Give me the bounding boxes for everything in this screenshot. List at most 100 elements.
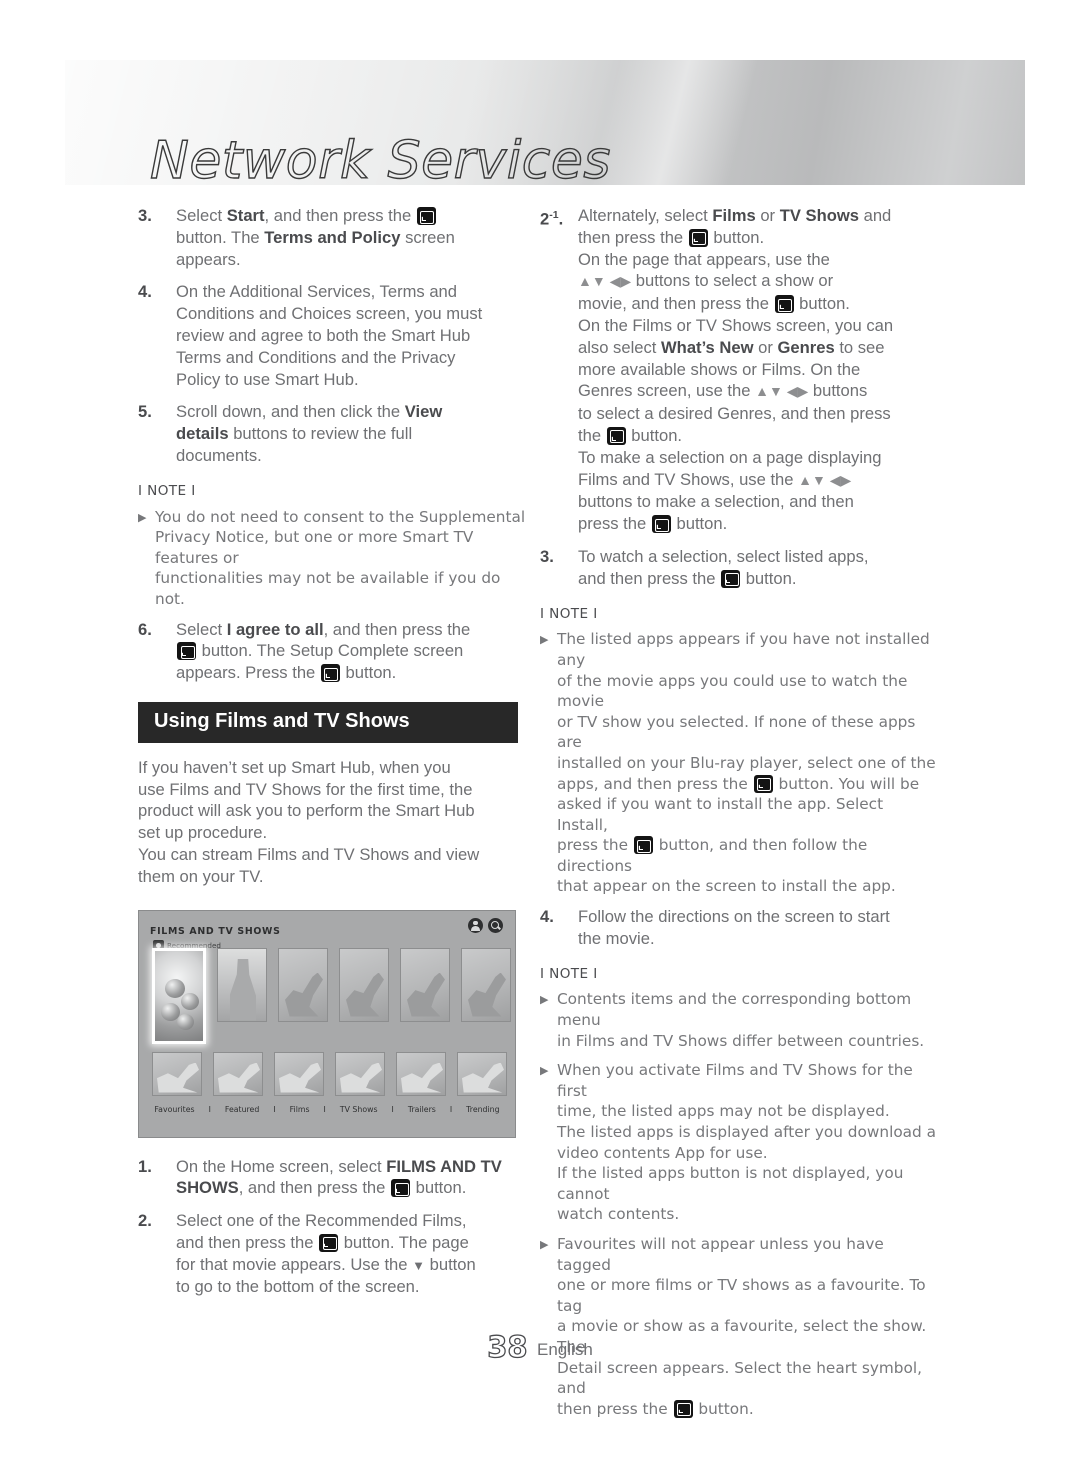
tv-menu-item-trailers[interactable]: Trailers [394, 1099, 450, 1121]
body-text: time, the listed apps may not be display… [557, 1102, 890, 1121]
text-line: movie, and then press the button. [578, 293, 938, 315]
text-line: buttons to make a selection, and then [578, 491, 938, 513]
body-text: You do not need to consent to the Supple… [155, 507, 526, 526]
tv-screen-icon-group [468, 917, 503, 933]
page-language: English [537, 1340, 593, 1359]
intro-line: You can stream Films and TV Shows and vi… [138, 844, 480, 864]
step-number: 6. [138, 619, 152, 639]
thumbnail-hero[interactable] [152, 947, 206, 1044]
body-text: The listed apps appears if you have not … [557, 630, 930, 669]
thumbnail[interactable] [396, 1051, 446, 1096]
down-arrow-icon: ▼ [412, 1257, 425, 1273]
body-text: button. [340, 663, 397, 683]
note-item: ▶ You do not need to consent to the Suppl… [138, 507, 530, 610]
text-line: Select Start, and then press the [176, 205, 530, 227]
tv-menu-item-trending[interactable]: Trending [452, 1099, 513, 1121]
step-body: Select one of the Recommended Films, and … [176, 1210, 530, 1298]
body-text: button [425, 1254, 476, 1274]
text-line: The listed apps is displayed after you d… [557, 1122, 938, 1143]
text-line: To make a selection on a page displaying [578, 447, 938, 469]
body-text: Detail screen appears. Select the heart … [557, 1358, 922, 1398]
body-text: button. [741, 568, 797, 588]
thumbnail[interactable] [217, 947, 267, 1022]
enter-button-icon [753, 774, 773, 793]
films-and-tv-shows-screenshot: FILMS AND TV SHOWS Recommended Favourite… [138, 909, 516, 1138]
enter-button-icon [416, 207, 436, 225]
person-icon[interactable] [468, 917, 483, 933]
text-line: Privacy Notice, but one or more Smart TV… [155, 527, 530, 568]
enter-button-icon [721, 569, 741, 588]
text-line: for that movie appears. Use the ▼ button [176, 1254, 530, 1277]
body-text: button. [708, 227, 765, 247]
body-text: appears. [176, 249, 241, 269]
body-text: watch contents. [557, 1205, 680, 1224]
thumbnail[interactable] [339, 947, 389, 1022]
intro-line: them on your TV. [138, 866, 264, 886]
body-text: and [858, 206, 892, 225]
thumbnail[interactable] [152, 1051, 202, 1096]
enter-button-icon [177, 642, 196, 661]
text-line: Select one of the Recommended Films, [176, 1210, 530, 1232]
step-body: Alternately, select Films or TV Shows an… [578, 205, 938, 535]
numbered-step: 5. Scroll down, and then click the View de… [138, 401, 530, 466]
body-text: Conditions and Choices screen, you must [176, 304, 483, 324]
bullet-icon: ▶ [540, 1237, 549, 1251]
body-text: Follow the directions on the screen to s… [578, 907, 890, 927]
body-text: If the listed apps button is not display… [557, 1164, 904, 1203]
thumbnail[interactable] [400, 947, 450, 1022]
text-line: Alternately, select Films or TV Shows an… [578, 205, 938, 227]
body-text: buttons to make a selection, and then [578, 492, 854, 512]
intro-line: If you haven’t set up Smart Hub, when yo… [138, 757, 451, 777]
tv-menu-item-favourites[interactable]: Favourites [140, 1099, 208, 1121]
tv-menu-item-tv-shows[interactable]: TV Shows [326, 1099, 392, 1121]
text-line: If the listed apps button is not display… [557, 1163, 938, 1204]
body-text: On the page that appears, use the [578, 249, 830, 269]
thumbnail[interactable] [335, 1051, 385, 1096]
enter-button-icon [319, 1233, 339, 1252]
text-line: Conditions and Choices screen, you must [176, 303, 530, 325]
step-body: Select I agree to all, and then press th… [176, 619, 530, 684]
thumbnail[interactable] [457, 1051, 507, 1096]
numbered-step: 4. On the Additional Services, Terms and C… [138, 281, 530, 390]
body-text: When you activate Films and TV Shows for… [557, 1061, 913, 1100]
intro-line: set up procedure. [138, 823, 268, 843]
body-text: buttons to review the full [228, 424, 413, 444]
bullet-icon: ▶ [540, 993, 549, 1007]
body-text: , and then press the [238, 1178, 390, 1198]
enter-button-icon [391, 1179, 410, 1198]
tv-menu-item-featured[interactable]: Featured [211, 1099, 273, 1121]
body-text: button. [671, 514, 728, 534]
step-body: On the Additional Services, Terms and Con… [176, 281, 530, 390]
left-step-list-after: 1. On the Home screen, select FILMS AND T… [138, 1156, 530, 1299]
step-number: 3. [540, 546, 554, 566]
body-text: button. [794, 294, 850, 314]
step-body: Scroll down, and then click the View deta… [176, 401, 530, 466]
step-number: 4. [138, 282, 152, 302]
thumbnail[interactable] [278, 947, 328, 1022]
dpad-arrows-icon: ▲▼ ◀▶ [755, 383, 809, 400]
body-text: asked if you want to install the app. Se… [557, 795, 884, 834]
text-line: You do not need to consent to the Supple… [155, 507, 530, 528]
note-item: ▶ The listed apps appears if you have not… [540, 629, 938, 897]
left-column: 3. Select Start, and then press the butto… [138, 205, 530, 1309]
text-line: ▲▼ ◀▶ buttons to select a show or [578, 270, 938, 293]
body-text: button. The page [339, 1232, 469, 1252]
tv-menu-item-films[interactable]: Films [276, 1099, 324, 1121]
body-text: to select a desired Genres, and then pre… [578, 404, 891, 424]
emphasis-text: Films [712, 206, 756, 225]
thumbnail[interactable] [461, 947, 511, 1022]
text-line: button. The Terms and Policy screen [176, 227, 530, 249]
text-line: video contents App for use. [557, 1143, 938, 1164]
body-text: installed on your Blu-ray player, select… [557, 753, 936, 772]
thumbnail-row-bottom [152, 1051, 507, 1096]
numbered-step: 2. Select one of the Recommended Films, an… [138, 1210, 530, 1298]
text-line: On the Films or TV Shows screen, you can [578, 315, 938, 337]
thumbnail[interactable] [274, 1051, 324, 1096]
search-icon[interactable] [488, 917, 503, 933]
emphasis-text: SHOWS [176, 1178, 239, 1198]
emphasis-text: View [404, 402, 443, 422]
text-line: time, the listed apps may not be display… [557, 1101, 938, 1122]
body-text: Policy to use Smart Hub. [176, 369, 359, 389]
body-text: one or more films or TV shows as a favou… [557, 1276, 926, 1315]
thumbnail[interactable] [213, 1051, 263, 1096]
